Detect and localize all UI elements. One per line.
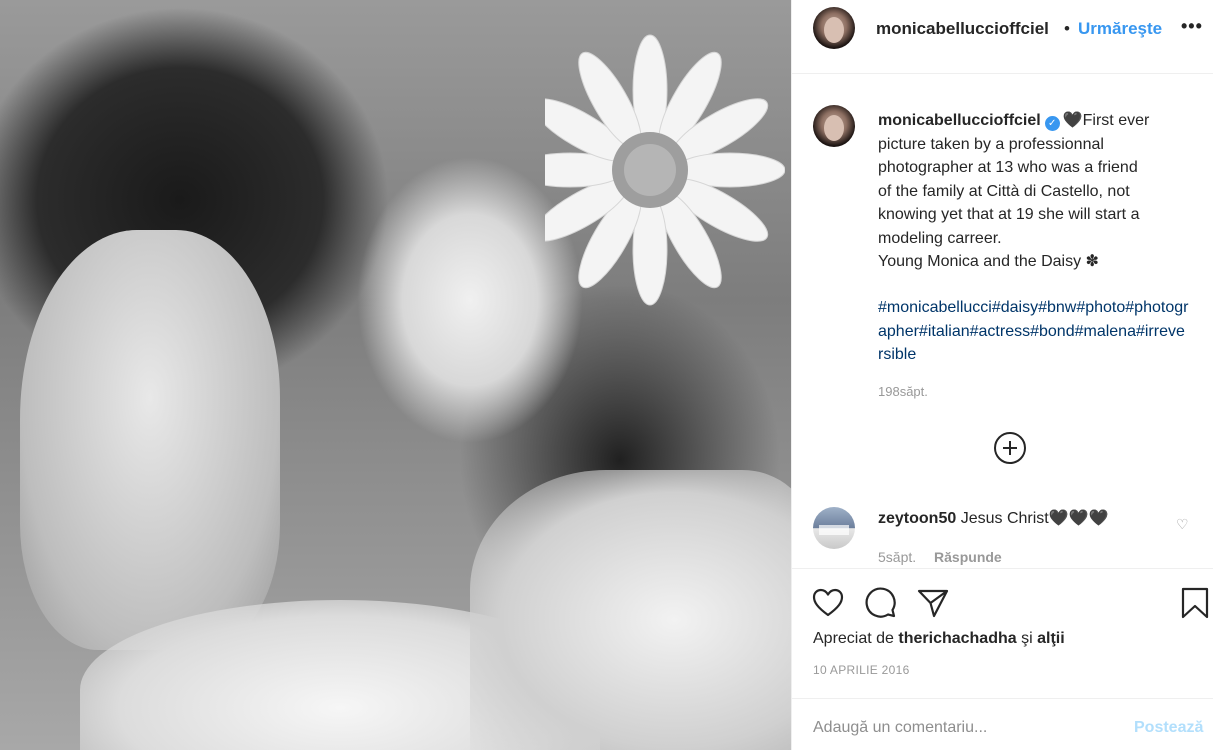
caption-line: modeling carreer. — [878, 229, 1002, 247]
more-options-icon[interactable]: ••• — [1181, 16, 1203, 37]
reply-button[interactable]: Răspunde — [934, 549, 1002, 565]
liker-username[interactable]: therichachadha — [898, 630, 1016, 647]
photo-hand-shape — [20, 230, 280, 650]
commenter-avatar[interactable] — [813, 507, 855, 549]
daisy-flower — [545, 34, 785, 306]
author-username[interactable]: monicabelluccioffciel — [876, 19, 1049, 39]
follow-button[interactable]: Urmăreşte — [1078, 19, 1162, 39]
photo-shirt-shoulder-shape — [470, 470, 791, 750]
caption-line: photographer at 13 who was a friend — [878, 159, 1138, 176]
add-comment-bar: Postează — [792, 698, 1213, 750]
paper-plane-icon[interactable] — [916, 586, 950, 620]
caption-timestamp[interactable]: 198săpt. — [878, 384, 928, 399]
likes-summary: Apreciat de therichachadha şi alţii — [813, 630, 1065, 648]
post-header: monicabelluccioffciel • Urmăreşte ••• — [792, 0, 1213, 74]
caption-author-avatar[interactable] — [813, 105, 855, 147]
verified-badge-icon: ✓ — [1044, 116, 1060, 131]
caption-section: monicabelluccioffciel ✓ 🖤First ever pictur… — [792, 74, 1213, 568]
comment-timestamp[interactable]: 5săpt. — [878, 549, 916, 565]
likes-connector: şi — [1021, 630, 1033, 647]
load-more-comments-plus-circle-icon[interactable] — [994, 432, 1026, 464]
post-comment-button[interactable]: Postează — [1134, 719, 1203, 737]
caption-hashtags[interactable]: #monicabellucci#daisy#bnw#photo#photogra… — [878, 296, 1190, 367]
comment-body: Jesus Christ🖤🖤🖤 — [960, 510, 1109, 527]
likes-prefix: Apreciat de — [813, 630, 894, 647]
comment-item: zeytoon50 Jesus Christ🖤🖤🖤 — [878, 508, 1109, 528]
caption-line: picture taken by a professionnal — [878, 135, 1104, 153]
speech-bubble-icon[interactable] — [864, 586, 898, 620]
comment-meta: 5săpt. Răspunde — [878, 549, 1002, 565]
caption-text: monicabelluccioffciel ✓ 🖤First ever pictur… — [878, 109, 1193, 274]
caption-username[interactable]: monicabelluccioffciel — [878, 112, 1041, 129]
caption-line: of the family at Città di Castello, not — [878, 182, 1130, 200]
post-side-panel: monicabelluccioffciel • Urmăreşte ••• mo… — [791, 0, 1213, 750]
comment-input[interactable] — [813, 719, 1113, 737]
heart-emoji: 🖤 — [1062, 112, 1083, 129]
caption-line: First ever — [1082, 112, 1150, 129]
commenter-username[interactable]: zeytoon50 — [878, 510, 956, 527]
post-date[interactable]: 10 APRILIE 2016 — [813, 663, 910, 677]
author-avatar[interactable] — [813, 7, 855, 49]
likes-others-link[interactable]: alţii — [1037, 630, 1065, 647]
post-actions: Apreciat de therichachadha şi alţii 10 A… — [792, 568, 1213, 698]
caption-line: Young Monica and the Daisy ✽ — [878, 253, 1099, 270]
heart-outline-icon[interactable] — [811, 586, 845, 620]
follow-separator: • — [1064, 19, 1070, 38]
caption-line: knowing yet that at 19 she will start a — [878, 206, 1140, 223]
bookmark-icon[interactable] — [1178, 586, 1212, 620]
comment-like-heart-icon[interactable]: ♡ — [1176, 516, 1189, 533]
post-photo[interactable] — [0, 0, 791, 750]
